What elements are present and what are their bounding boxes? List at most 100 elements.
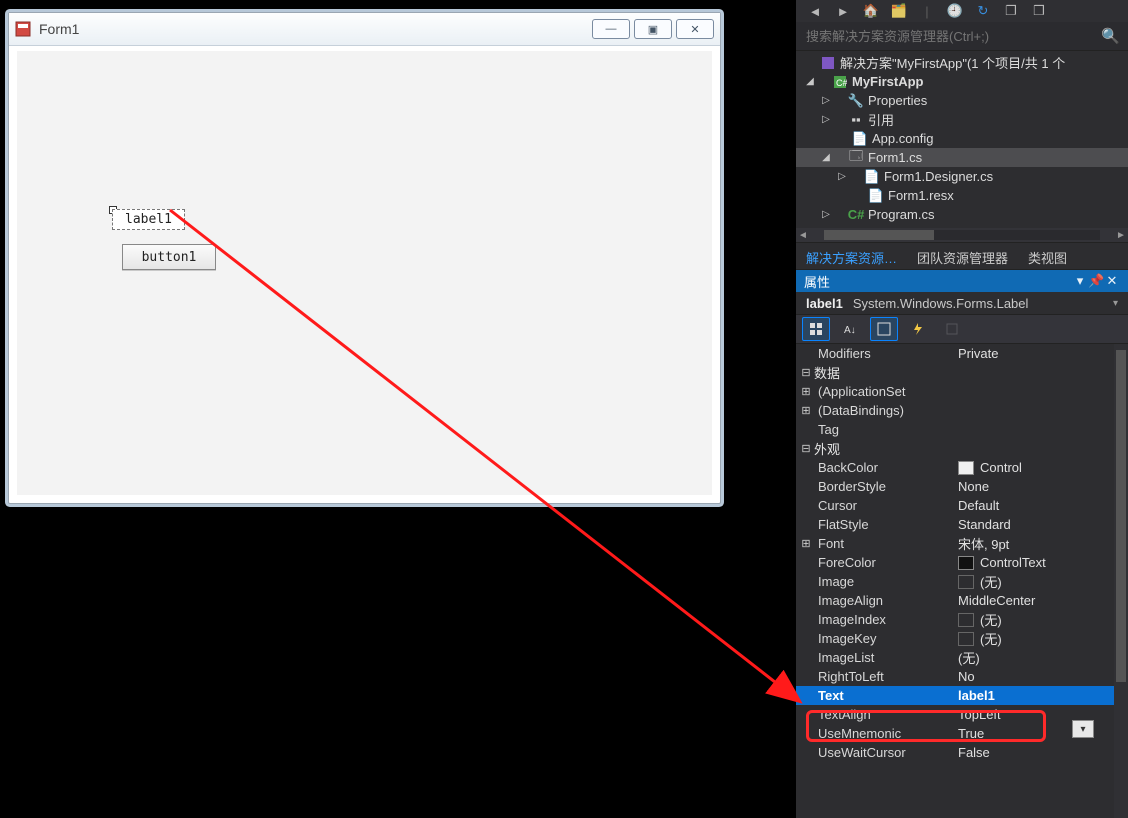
cs-file-icon: 📄 xyxy=(864,169,880,185)
pin-icon[interactable]: 📌 xyxy=(1088,273,1104,289)
expand-icon[interactable]: ⊞ xyxy=(799,385,813,398)
tab-team-explorer[interactable]: 团队资源管理器 xyxy=(907,243,1018,269)
prop-row-appsettings[interactable]: ⊞ (ApplicationSet xyxy=(796,382,1128,401)
expand-icon[interactable]: ⊞ xyxy=(799,537,813,550)
twisty-closed-icon[interactable]: ▷ xyxy=(820,114,832,125)
twisty-closed-icon[interactable]: ▷ xyxy=(820,95,832,106)
prop-row-imagealign[interactable]: ImageAlign MiddleCenter xyxy=(796,591,1128,610)
search-icon[interactable]: 🔍 xyxy=(1095,27,1120,45)
color-swatch xyxy=(958,556,974,570)
prop-row-borderstyle[interactable]: BorderStyle None xyxy=(796,477,1128,496)
prop-row-forecolor[interactable]: ForeColor ControlText xyxy=(796,553,1128,572)
sync-icon[interactable]: 🗂️ xyxy=(890,3,908,19)
twisty-closed-icon[interactable]: ▷ xyxy=(820,209,832,220)
prop-row-righttoleft[interactable]: RightToLeft No xyxy=(796,667,1128,686)
twisty-open-icon[interactable]: ◢ xyxy=(820,152,832,163)
property-pages-icon[interactable] xyxy=(938,317,966,341)
color-swatch xyxy=(958,461,974,475)
resx-file-icon: 📄 xyxy=(868,188,884,204)
chevron-down-icon[interactable]: ▾ xyxy=(1113,298,1118,309)
tree-references[interactable]: ▷ ▪▪ 引用 xyxy=(796,110,1128,129)
refresh-icon[interactable]: ↻ xyxy=(974,3,992,19)
tree-form1cs[interactable]: ◢ 🗔 Form1.cs xyxy=(796,148,1128,167)
text-value-dropdown[interactable]: ▾ xyxy=(1072,720,1094,738)
form-title: Form1 xyxy=(39,21,592,37)
stack-icon[interactable]: ❒ xyxy=(1030,3,1048,19)
nav-back-icon[interactable]: ◄ xyxy=(806,3,824,19)
properties-header[interactable]: 属性 ▾ 📌 ✕ xyxy=(796,270,1128,292)
prop-row-usewaitcursor[interactable]: UseWaitCursor False xyxy=(796,743,1128,762)
twisty-closed-icon[interactable]: ▷ xyxy=(836,171,848,182)
properties-vscroll[interactable] xyxy=(1114,344,1128,818)
scroll-left-icon[interactable]: ◄ xyxy=(796,230,810,241)
toolbar-sep: | xyxy=(918,3,936,19)
image-swatch xyxy=(958,613,974,627)
tree-programcs[interactable]: ▷ C# Program.cs xyxy=(796,205,1128,224)
svg-text:A↓: A↓ xyxy=(844,325,856,336)
scroll-track[interactable] xyxy=(824,230,1100,240)
maximize-button[interactable]: ▣ xyxy=(634,19,672,39)
history-icon[interactable]: 🕘 xyxy=(946,3,964,19)
button-control[interactable]: button1 xyxy=(122,244,216,270)
image-swatch xyxy=(958,632,974,646)
prop-row-tag[interactable]: Tag xyxy=(796,420,1128,439)
prop-row-flatstyle[interactable]: FlatStyle Standard xyxy=(796,515,1128,534)
expand-icon[interactable]: ⊞ xyxy=(799,404,813,417)
tab-class-view[interactable]: 类视图 xyxy=(1018,243,1077,269)
selected-object-type: System.Windows.Forms.Label xyxy=(853,296,1029,311)
prop-row-imagelist[interactable]: ImageList (无) xyxy=(796,648,1128,667)
categorized-icon[interactable] xyxy=(802,317,830,341)
nav-forward-icon[interactable]: ► xyxy=(834,3,852,19)
prop-row-imagekey[interactable]: ImageKey (无) xyxy=(796,629,1128,648)
prop-category-appearance[interactable]: ⊟ 外观 xyxy=(796,439,1128,458)
tree-solution-root[interactable]: 解决方案"MyFirstApp"(1 个项目/共 1 个 xyxy=(796,53,1128,72)
cs-file-icon: C# xyxy=(848,207,864,222)
prop-row-font[interactable]: ⊞ Font 宋体, 9pt xyxy=(796,534,1128,553)
home-icon[interactable]: 🏠 xyxy=(862,3,880,19)
image-swatch xyxy=(958,575,974,589)
tree-form1resx[interactable]: 📄 Form1.resx xyxy=(796,186,1128,205)
tree-appconfig[interactable]: 📄 App.config xyxy=(796,129,1128,148)
solution-search-input[interactable] xyxy=(804,28,1095,45)
prop-category-data[interactable]: ⊟ 数据 xyxy=(796,363,1128,382)
form-client-area[interactable]: label1 button1 xyxy=(17,51,712,495)
events-icon[interactable] xyxy=(904,317,932,341)
prop-row-image[interactable]: Image (无) xyxy=(796,572,1128,591)
references-icon: ▪▪ xyxy=(848,112,864,127)
copy-icon[interactable]: ❐ xyxy=(1002,3,1020,19)
prop-row-text[interactable]: Text label1 xyxy=(796,686,1128,705)
alphabetical-icon[interactable]: A↓ xyxy=(836,317,864,341)
prop-row-modifiers[interactable]: Modifiers Private xyxy=(796,344,1128,363)
solution-search[interactable]: 🔍 xyxy=(796,22,1128,51)
config-file-icon: 📄 xyxy=(852,131,868,147)
twisty-open-icon[interactable]: ◢ xyxy=(804,76,816,87)
prop-row-cursor[interactable]: Cursor Default xyxy=(796,496,1128,515)
solution-icon xyxy=(820,56,836,70)
solution-tree[interactable]: 解决方案"MyFirstApp"(1 个项目/共 1 个 ◢ C# MyFirs… xyxy=(796,51,1128,228)
minimize-button[interactable]: — xyxy=(592,19,630,39)
tree-project[interactable]: ◢ C# MyFirstApp xyxy=(796,72,1128,91)
tab-solution-explorer[interactable]: 解决方案资源… xyxy=(796,243,907,269)
prop-row-backcolor[interactable]: BackColor Control xyxy=(796,458,1128,477)
form-titlebar[interactable]: Form1 — ▣ ✕ xyxy=(9,13,720,46)
close-button[interactable]: ✕ xyxy=(676,19,714,39)
panel-tabs: 解决方案资源… 团队资源管理器 类视图 xyxy=(796,242,1128,270)
tree-hscroll[interactable]: ◄ ► xyxy=(796,228,1128,242)
properties-grid[interactable]: Modifiers Private ⊟ 数据 ⊞ (ApplicationSet… xyxy=(796,344,1128,818)
prop-row-imageindex[interactable]: ImageIndex (无) xyxy=(796,610,1128,629)
form-icon xyxy=(15,21,31,37)
scroll-right-icon[interactable]: ► xyxy=(1114,230,1128,241)
csproj-icon: C# xyxy=(832,75,848,89)
collapse-icon[interactable]: ⊟ xyxy=(799,442,813,455)
label-control[interactable]: label1 xyxy=(112,209,185,230)
collapse-icon[interactable]: ⊟ xyxy=(799,366,813,379)
selected-object-name: label1 xyxy=(806,296,843,311)
properties-selector[interactable]: label1 System.Windows.Forms.Label ▾ xyxy=(796,292,1128,315)
close-icon[interactable]: ✕ xyxy=(1104,273,1120,289)
properties-page-icon[interactable] xyxy=(870,317,898,341)
tree-properties[interactable]: ▷ 🔧 Properties xyxy=(796,91,1128,110)
tree-form1designer[interactable]: ▷ 📄 Form1.Designer.cs xyxy=(796,167,1128,186)
dropdown-icon[interactable]: ▾ xyxy=(1072,273,1088,289)
scroll-thumb[interactable] xyxy=(1116,350,1126,682)
prop-row-databindings[interactable]: ⊞ (DataBindings) xyxy=(796,401,1128,420)
